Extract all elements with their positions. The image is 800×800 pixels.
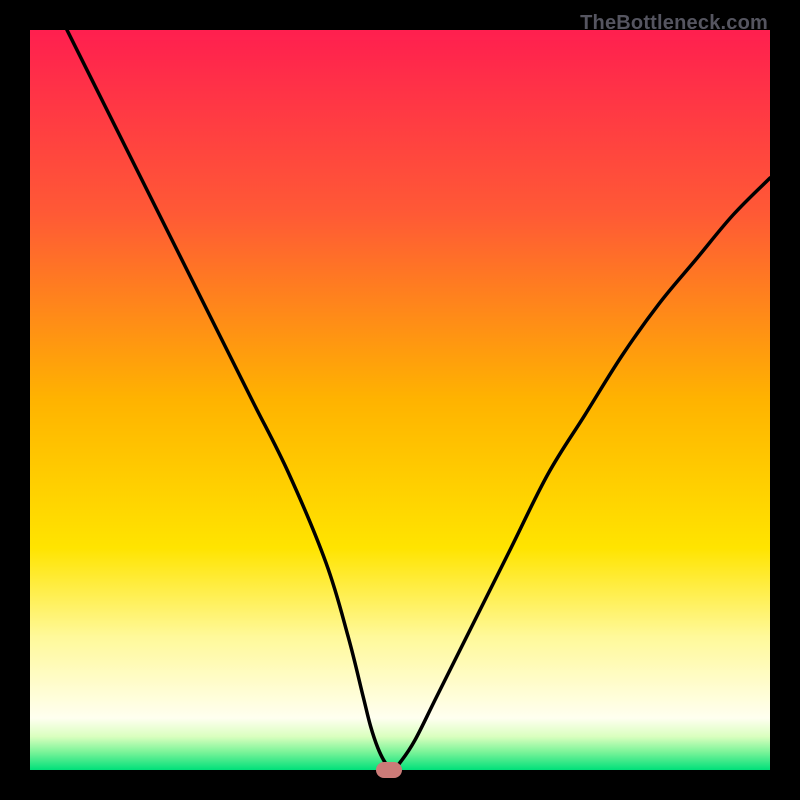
plot-area [30, 30, 770, 770]
optimal-marker [376, 762, 402, 778]
bottleneck-curve [30, 30, 770, 770]
chart-frame: TheBottleneck.com [14, 14, 786, 786]
watermark-text: TheBottleneck.com [580, 12, 768, 35]
